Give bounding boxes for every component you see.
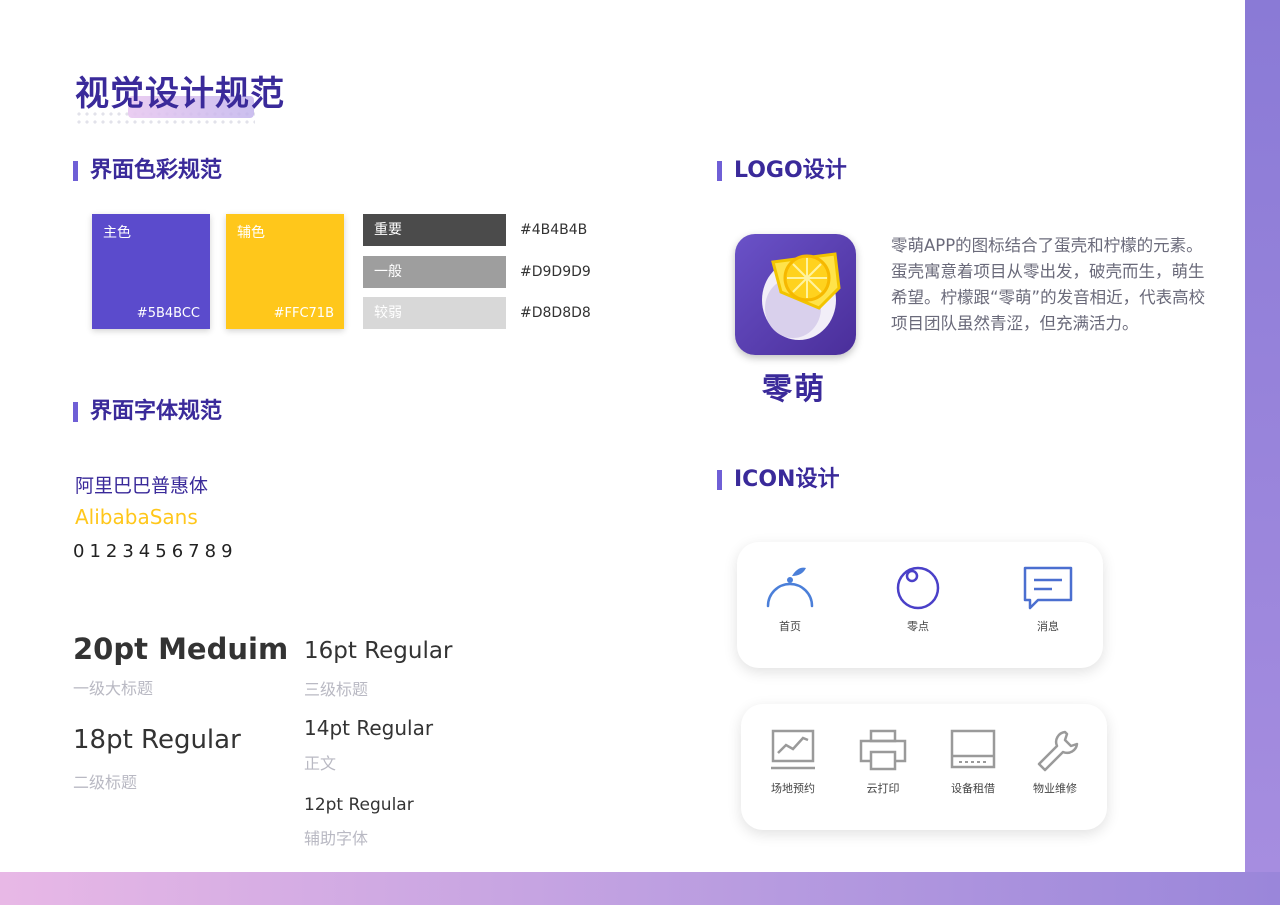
- nav-label-zero: 零点: [907, 620, 929, 633]
- nav-item-message[interactable]: 消息: [1020, 564, 1076, 634]
- message-icon: [1023, 566, 1073, 610]
- primary-color-label: 主色: [103, 225, 131, 241]
- gray-swatch-normal: 一般: [363, 256, 506, 288]
- service-label-venue: 场地预约: [771, 782, 815, 795]
- service-item-print[interactable]: 云打印: [853, 728, 913, 796]
- logo-wordmark: 零萌: [762, 372, 826, 407]
- gray-swatch-weak: 较弱: [363, 297, 506, 329]
- primary-color-hex: #5B4BCC: [136, 306, 200, 321]
- service-item-venue[interactable]: 场地预约: [763, 728, 823, 796]
- bottom-decor-band: [0, 872, 1280, 905]
- lemon-home-icon: [766, 567, 814, 608]
- logo-description: 零萌APP的图标结合了蛋壳和柠檬的元素。 蛋壳寓意着项目从零出发，破壳而生，萌生…: [891, 236, 1206, 333]
- service-item-device[interactable]: 设备租借: [943, 728, 1003, 796]
- app-logo: [735, 234, 856, 355]
- device-icon: [950, 729, 996, 769]
- type-usage-h3: 三级标题: [304, 680, 369, 699]
- service-icon-card: 场地预约 云打印 设备租借 物业维修: [741, 704, 1107, 830]
- section-title-color: 界面色彩规范: [73, 158, 222, 184]
- type-spec-aux: 12pt Regular: [304, 795, 414, 815]
- lemon-egg-logo-icon: [762, 252, 841, 340]
- service-label-print: 云打印: [866, 782, 900, 795]
- nav-item-zero[interactable]: 零点: [890, 564, 946, 634]
- type-usage-h2: 二级标题: [73, 773, 138, 792]
- wrench-icon: [1037, 730, 1079, 772]
- gray-hex-important: #4B4B4B: [520, 222, 588, 238]
- type-usage-body: 正文: [304, 754, 337, 773]
- font-name-en: AlibabaSans: [75, 505, 198, 529]
- section-title-logo: LOGO设计: [717, 158, 847, 184]
- type-usage-h1: 一级大标题: [73, 679, 154, 698]
- secondary-color-hex: #FFC71B: [273, 306, 334, 321]
- type-spec-h2: 18pt Regular: [73, 725, 241, 755]
- section-title-font: 界面字体规范: [73, 399, 222, 425]
- type-spec-h1: 20pt Meduim: [73, 632, 289, 666]
- right-decor-band: [1245, 0, 1280, 905]
- service-label-repair: 物业维修: [1033, 782, 1077, 795]
- monitor-chart-icon: [771, 729, 815, 770]
- nav-label-home: 首页: [779, 620, 801, 633]
- type-spec-body: 14pt Regular: [304, 716, 434, 740]
- type-usage-aux: 辅助字体: [304, 829, 369, 848]
- type-spec-h3: 16pt Regular: [304, 638, 453, 664]
- gray-hex-normal: #D9D9D9: [520, 264, 591, 280]
- font-digits-sample: 0123456789: [73, 541, 238, 562]
- primary-color-swatch: 主色 #5B4BCC: [92, 214, 210, 329]
- section-title-icon: ICON设计: [717, 467, 839, 493]
- gray-hex-weak: #D8D8D8: [520, 305, 591, 321]
- secondary-color-swatch: 辅色 #FFC71B: [226, 214, 344, 329]
- gray-swatch-important: 重要: [363, 214, 506, 246]
- zero-circle-icon: [896, 566, 940, 610]
- nav-icon-card: 首页 零点 消息: [737, 542, 1103, 668]
- secondary-color-label: 辅色: [237, 225, 265, 241]
- service-label-device: 设备租借: [951, 782, 995, 795]
- nav-item-home[interactable]: 首页: [762, 564, 818, 634]
- printer-icon: [859, 729, 907, 771]
- nav-label-message: 消息: [1037, 620, 1059, 633]
- font-name-cn: 阿里巴巴普惠体: [75, 475, 209, 497]
- page-title: 视觉设计规范: [75, 74, 285, 114]
- service-item-repair[interactable]: 物业维修: [1025, 728, 1085, 796]
